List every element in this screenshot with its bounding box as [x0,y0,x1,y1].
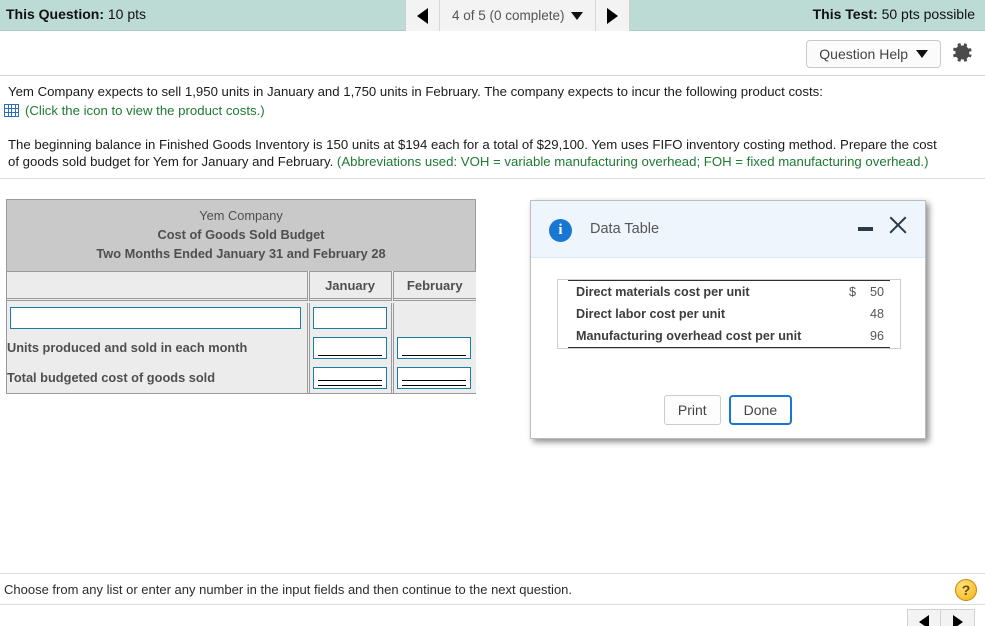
this-question-label: This Question: [6,6,104,22]
dialog-title: Data Table [590,221,660,237]
worksheet-period: Two Months Ended January 31 and February… [96,246,386,261]
worksheet-col-february: February [390,271,476,300]
dt-row1-value: 48 [869,307,884,321]
bottom-navigation [907,609,975,626]
arrow-right-icon [952,615,963,626]
minimize-icon [858,227,873,231]
table-row: Direct labor cost per unit 48 [568,303,890,325]
worksheet-col-blank [7,271,308,300]
worksheet-row1-january-cell[interactable] [306,332,392,363]
data-table-icon[interactable] [4,104,19,117]
worksheet-header-row: January February [7,271,476,300]
cost-of-goods-sold-worksheet: Yem Company Cost of Goods Sold Budget Tw… [6,199,476,394]
footer-divider [0,573,985,574]
content-divider [0,178,985,179]
question-navigator[interactable]: 4 of 5 (0 complete) [405,0,630,31]
arrow-right-icon [606,7,618,24]
table-row: Total budgeted cost of goods sold [7,362,476,393]
dt-row1-currency [834,303,856,325]
dialog-buttons: Print Done [531,395,925,425]
worksheet-row1-label: Units produced and sold in each month [7,332,308,363]
dt-row0-currency: $ [834,280,856,303]
chevron-down-icon [570,11,583,20]
table-row: Units produced and sold in each month [7,332,476,363]
question-paragraph-2: The beginning balance in Finished Goods … [4,136,954,170]
worksheet-row0-january-input[interactable] [312,306,387,329]
this-test-value: 50 pts possible [881,6,975,22]
question-progress-text: 4 of 5 (0 complete) [452,8,565,23]
exam-question-page: This Question: 10 pts 4 of 5 (0 complete… [0,0,985,626]
help-button[interactable]: ? [955,579,977,601]
this-test-label: This Test: [812,6,878,22]
worksheet-row0-label-input[interactable] [10,306,301,329]
product-costs-table-box: Direct materials cost per unit $ 50 Dire… [557,279,901,349]
worksheet-row1-february-cell[interactable] [390,332,476,363]
worksheet-row2-february-input[interactable] [396,366,471,389]
worksheet-row2-january-cell[interactable] [306,362,392,393]
table-row: Manufacturing overhead cost per unit 96 [568,325,890,348]
this-question-score: This Question: 10 pts [6,6,146,22]
chevron-down-icon [916,50,928,58]
dialog-body: Direct materials cost per unit $ 50 Dire… [531,258,925,439]
worksheet-row0-february-cell [390,302,476,333]
arrow-left-icon [919,615,929,626]
bottom-prev-button[interactable] [907,609,941,626]
footer-divider-2 [0,604,985,605]
table-row: Direct materials cost per unit $ 50 [568,280,890,303]
table-row [7,302,476,333]
worksheet-table: January February Units produced and sold… [7,271,476,393]
worksheet-row1-february-input[interactable] [396,336,471,359]
status-bar: This Question: 10 pts 4 of 5 (0 complete… [0,0,985,31]
dt-row2-label: Manufacturing overhead cost per unit [568,325,834,348]
question-selector-dropdown[interactable]: 4 of 5 (0 complete) [440,0,595,31]
print-button[interactable]: Print [663,395,721,425]
question-help-button[interactable]: Question Help [806,40,941,68]
done-button[interactable]: Done [728,395,793,425]
worksheet-row0-january-cell[interactable] [306,302,392,333]
dt-row0-value: 50 [856,280,890,303]
close-button[interactable] [887,214,909,236]
arrow-left-icon [417,7,428,24]
settings-gear-button[interactable] [949,40,975,66]
worksheet-row2-label: Total budgeted cost of goods sold [7,362,308,393]
next-question-button[interactable] [594,0,629,31]
question-toolbar: Question Help [0,31,985,76]
question-abbreviations-note: (Abbreviations used: VOH = variable manu… [336,154,929,169]
dt-row2-currency [834,325,856,348]
minimize-button[interactable] [857,218,875,236]
worksheet-budget-name: Cost of Goods Sold Budget [157,227,325,242]
product-costs-table: Direct materials cost per unit $ 50 Dire… [568,280,890,348]
product-costs-link-text[interactable]: (Click the icon to view the product cost… [25,103,265,118]
product-costs-icon-link[interactable]: (Click the icon to view the product cost… [4,103,265,118]
dt-row2-value: 96 [856,325,890,348]
prev-question-button[interactable] [406,0,440,31]
worksheet-company-name: Yem Company [199,208,283,223]
dt-row1-label: Direct labor cost per unit [576,307,726,321]
question-help-label: Question Help [819,46,908,62]
worksheet-row1-january-input[interactable] [312,336,387,359]
worksheet-row2-february-cell[interactable] [390,362,476,393]
dialog-title-bar: i Data Table [531,201,925,258]
worksheet-col-january: January [306,271,392,300]
info-icon: i [549,219,572,242]
data-table-dialog: i Data Table Direct materials cost per u… [530,200,926,439]
worksheet-row0-label-cell[interactable] [7,302,308,333]
gear-icon [953,43,972,62]
worksheet-row2-january-input[interactable] [312,366,387,389]
bottom-next-button[interactable] [941,609,975,626]
question-paragraph-1: Yem Company expects to sell 1,950 units … [8,84,823,99]
footer-instruction: Choose from any list or enter any number… [4,582,573,597]
worksheet-title-block: Yem Company Cost of Goods Sold Budget Tw… [7,200,475,271]
this-question-value: 10 pts [107,6,147,22]
this-test-score: This Test: 50 pts possible [813,6,975,22]
dt-row0-label: Direct materials cost per unit [568,280,834,303]
